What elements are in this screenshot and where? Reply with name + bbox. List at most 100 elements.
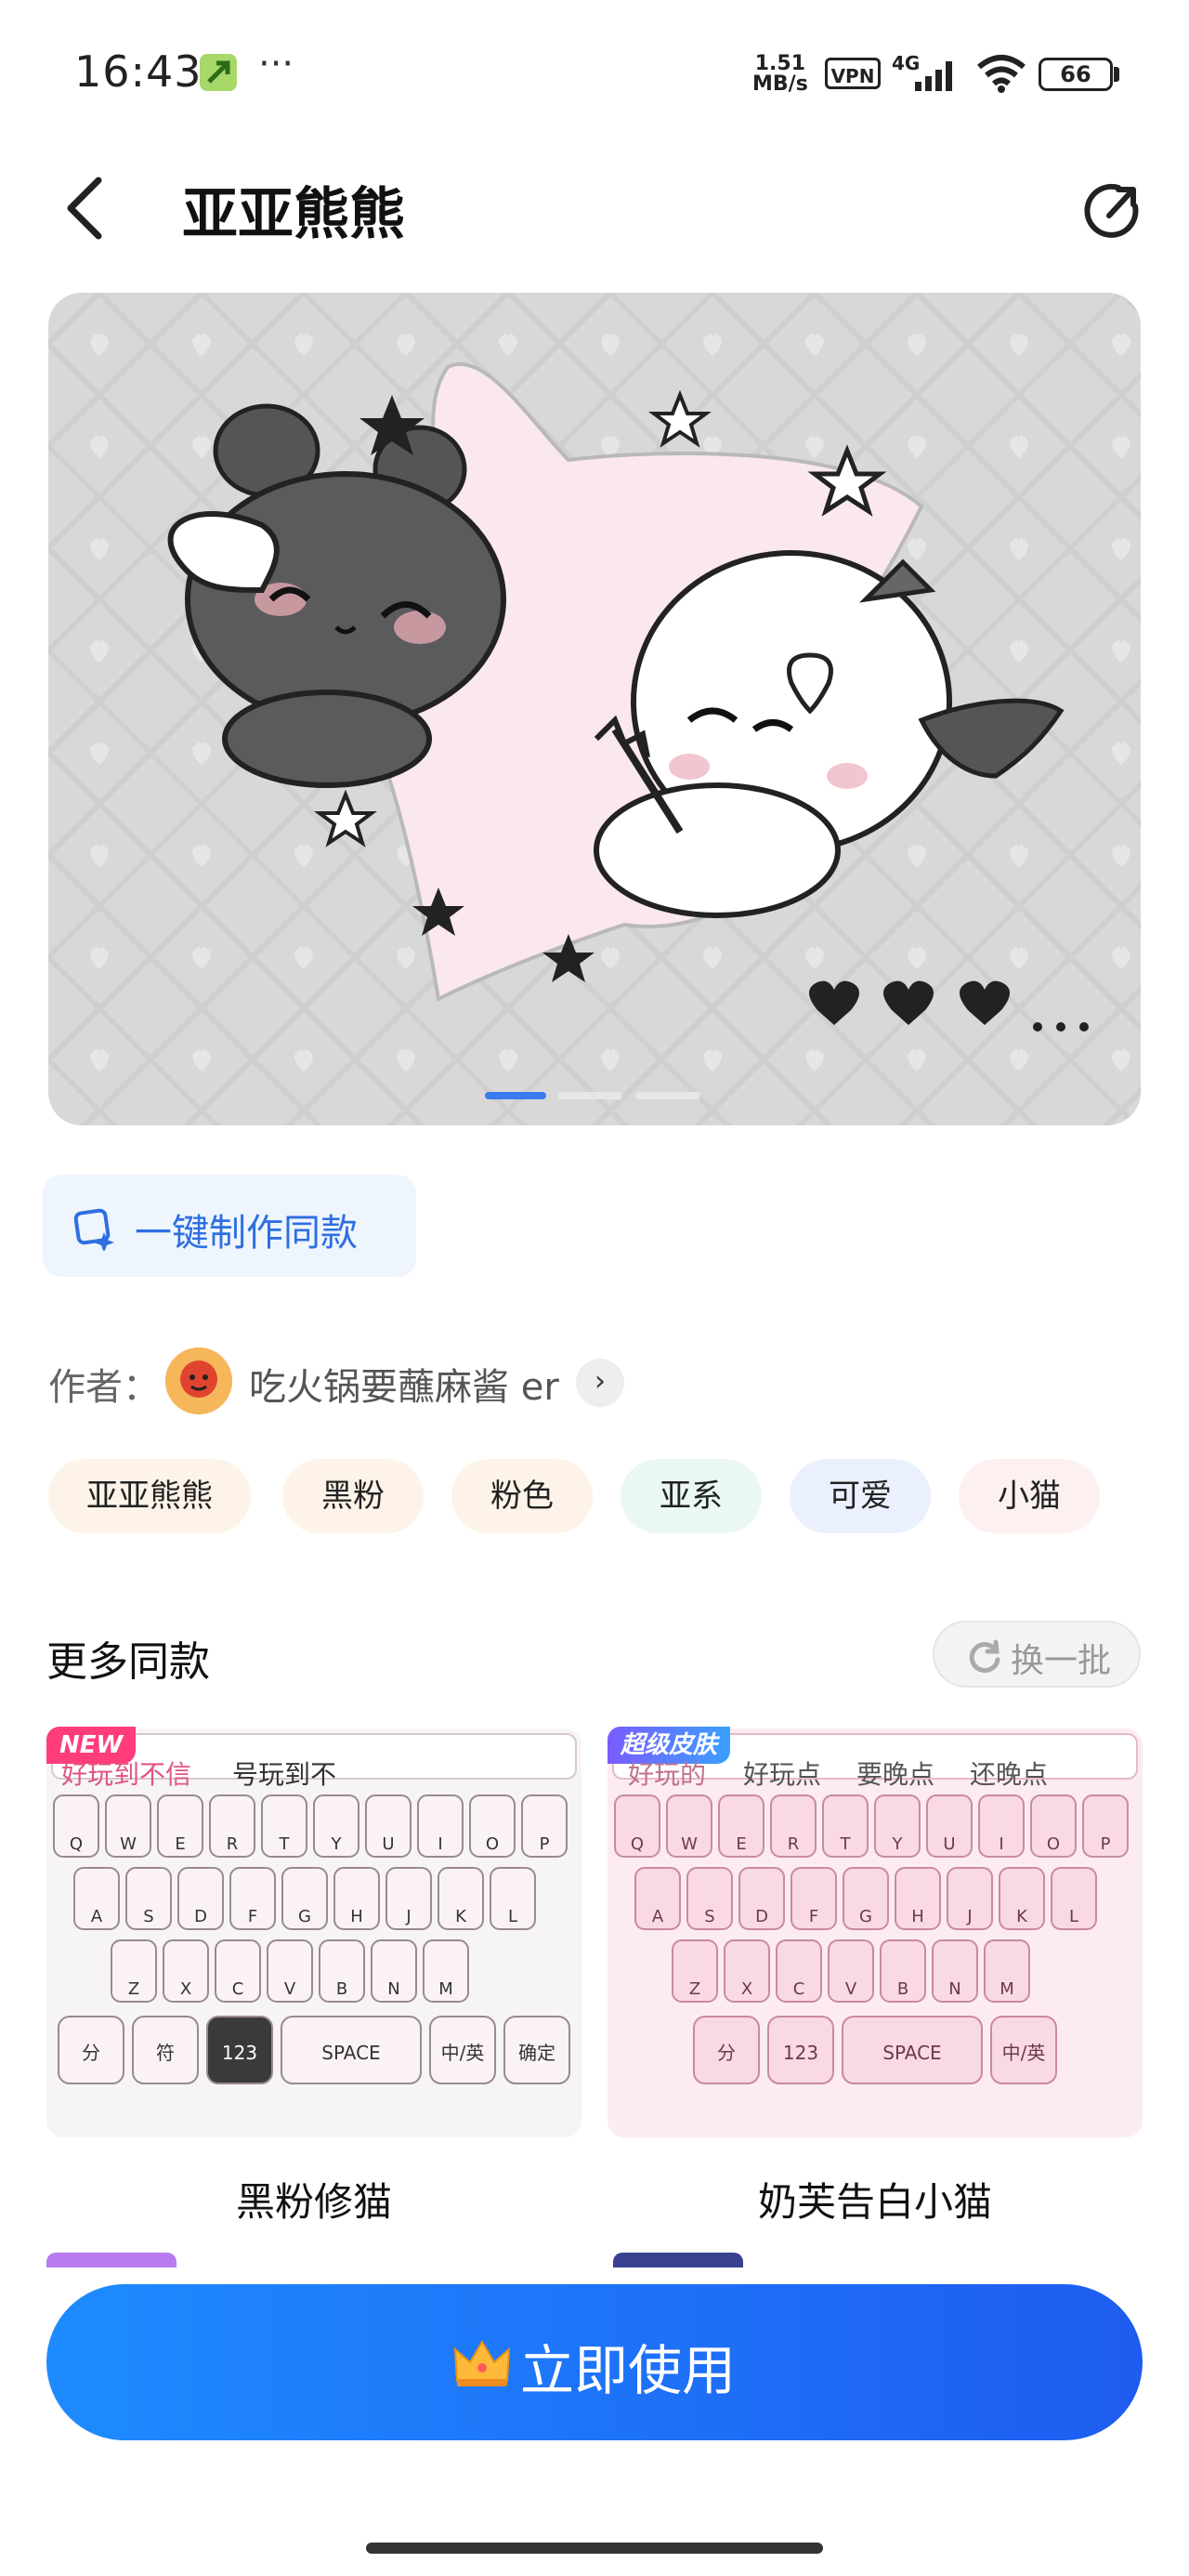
key-label: P (540, 1834, 550, 1854)
key-label: V (845, 1979, 857, 1999)
key-label: F (248, 1907, 257, 1926)
key-label: U (943, 1834, 955, 1854)
network-speed: 1.51 MB/s (752, 52, 808, 96)
function-key-label: 符 (156, 2042, 175, 2064)
next-card-peek (613, 2253, 743, 2267)
hero-illustration (48, 293, 1141, 1125)
card-2-suggestion-3: 要晚点 (856, 1759, 935, 1790)
key-label: C (793, 1979, 805, 1999)
app-notification-icon (200, 54, 237, 91)
function-key-label: SPACE (321, 2042, 380, 2064)
back-icon[interactable] (61, 175, 108, 242)
key-label: X (180, 1979, 191, 1999)
key-label: X (741, 1979, 752, 1999)
key-label: O (1047, 1834, 1060, 1854)
card-1-name[interactable]: 黑粉修猫 (46, 2171, 581, 2228)
carousel-dot-1[interactable] (485, 1092, 546, 1099)
key-label: Y (331, 1834, 343, 1854)
signal-icon (915, 61, 952, 91)
key-label: K (1016, 1907, 1028, 1926)
hero-preview-image[interactable] (48, 293, 1141, 1125)
key-label: B (336, 1979, 347, 1999)
key-label: S (704, 1907, 714, 1926)
key-label: Q (70, 1834, 83, 1854)
key-label: B (897, 1979, 908, 1999)
card-1-suggestion-2: 号玩到不 (232, 1759, 337, 1790)
key-label: W (681, 1834, 698, 1854)
more-notifications-icon: ··· (258, 43, 294, 85)
home-indicator (366, 2543, 823, 2554)
key-label: S (143, 1907, 153, 1926)
page-title: 亚亚熊熊 (182, 182, 405, 247)
key-label: N (387, 1979, 399, 1999)
author-name[interactable]: 吃火锅要蘸麻酱 er (249, 1357, 559, 1411)
key-label: T (279, 1834, 291, 1854)
card-2-suggestion-1: 好玩的 (628, 1759, 707, 1790)
key-label: L (1069, 1907, 1078, 1926)
tag-chip[interactable]: 亚亚熊熊 (48, 1459, 251, 1533)
key-label: D (755, 1907, 768, 1926)
card-1-suggestion-1: 好玩到不信 (61, 1759, 192, 1790)
make-same-label: 一键制作同款 (135, 1212, 358, 1255)
refresh-label: 换一批 (1011, 1642, 1112, 1680)
card-2-suggestion-2: 好玩点 (743, 1759, 822, 1790)
next-card-peek (46, 2253, 176, 2267)
share-icon[interactable] (1081, 178, 1146, 243)
function-key-label: 中/英 (1002, 2042, 1046, 2064)
battery-tip (1114, 67, 1119, 82)
key-label: I (438, 1834, 442, 1854)
tag-chip[interactable]: 小猫 (959, 1459, 1100, 1533)
key-label: Z (689, 1979, 700, 1999)
key-label: Q (631, 1834, 644, 1854)
key-label: J (966, 1907, 972, 1926)
carousel-dot-3[interactable] (635, 1092, 700, 1099)
author-avatar[interactable] (165, 1347, 232, 1414)
function-key-label: 123 (783, 2042, 818, 2064)
card-2-suggestion-4: 还晚点 (970, 1759, 1049, 1790)
key-label: T (840, 1834, 852, 1854)
key-label: H (350, 1907, 363, 1926)
refresh-icon (969, 1639, 1000, 1674)
vpn-icon: VPN (825, 58, 881, 89)
key-label: D (194, 1907, 207, 1926)
battery-icon: 66 (1039, 58, 1113, 91)
carousel-dot-2[interactable] (557, 1092, 622, 1099)
key-label: N (948, 1979, 960, 1999)
key-label: C (232, 1979, 244, 1999)
wifi-icon (977, 55, 1026, 93)
key-label: K (455, 1907, 467, 1926)
use-now-label: 立即使用 (520, 2339, 737, 2402)
key-label: M (1000, 1979, 1014, 1999)
function-key-label: 中/英 (441, 2042, 485, 2064)
function-key-label: 分 (82, 2042, 100, 2064)
key-label: G (298, 1907, 311, 1926)
tag-chip[interactable]: 可爱 (790, 1459, 931, 1533)
key-label: Y (892, 1834, 904, 1854)
key-label: G (859, 1907, 872, 1926)
key-label: H (911, 1907, 924, 1926)
key-label: R (227, 1834, 239, 1854)
key-label: M (438, 1979, 453, 1999)
key-label: I (999, 1834, 1003, 1854)
key-label: A (91, 1907, 103, 1926)
tag-chip[interactable]: 亚系 (621, 1459, 762, 1533)
status-time: 16:43 (74, 46, 203, 97)
card-2-name[interactable]: 奶芙告白小猫 (608, 2171, 1143, 2228)
key-label: A (652, 1907, 664, 1926)
key-label: V (284, 1979, 296, 1999)
make-same-icon (73, 1208, 114, 1251)
key-label: P (1101, 1834, 1111, 1854)
tag-chip[interactable]: 粉色 (451, 1459, 593, 1533)
function-key-label: 分 (717, 2042, 736, 2064)
key-label: U (382, 1834, 394, 1854)
author-label: 作者： (48, 1366, 160, 1409)
function-key-label: 确定 (518, 2042, 555, 2064)
key-label: R (788, 1834, 800, 1854)
status-bar: 16:43 ··· 1.51 MB/s VPN 4G 66 (0, 0, 1189, 149)
key-label: E (175, 1834, 185, 1854)
crown-icon (453, 2340, 511, 2386)
tag-chip[interactable]: 黑粉 (282, 1459, 424, 1533)
author-chevron-right-icon[interactable]: › (576, 1359, 624, 1407)
more-section-title: 更多同款 (46, 1638, 210, 1686)
key-label: Z (128, 1979, 139, 1999)
